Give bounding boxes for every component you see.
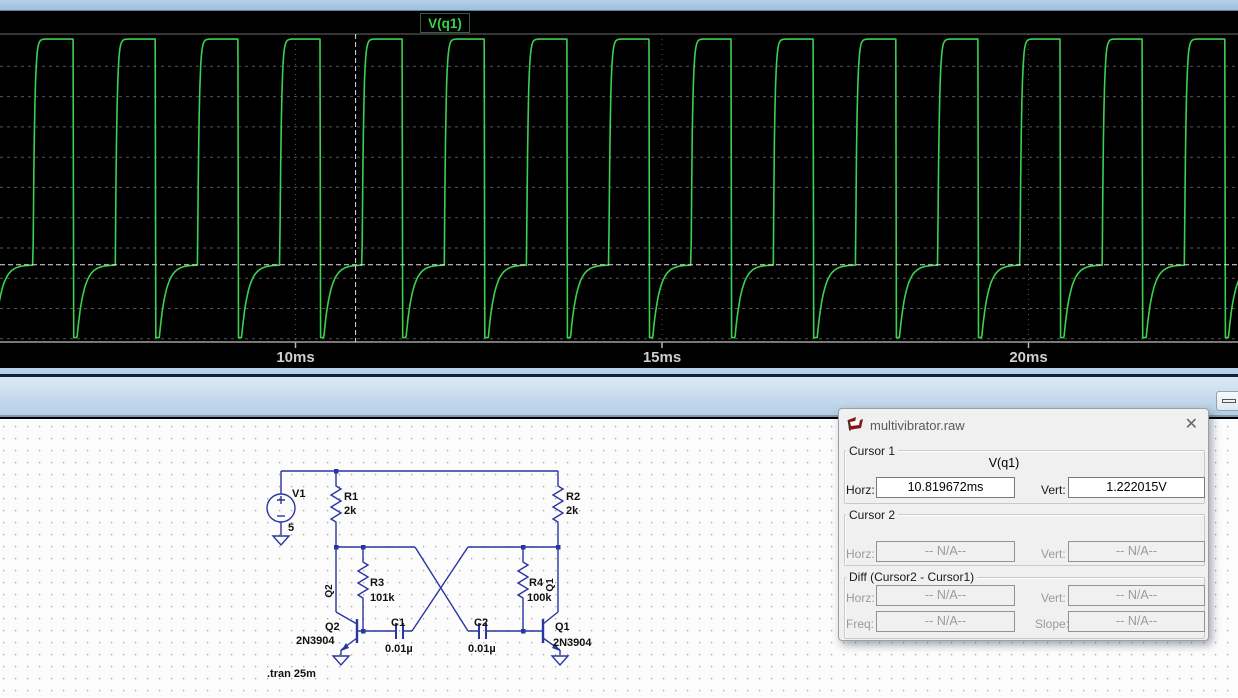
trace-layer — [0, 38, 1238, 339]
v1-value[interactable]: 5 — [288, 522, 294, 534]
cursor1-horz-label: Horz: — [846, 483, 875, 497]
x-tick-label-10ms: 10ms — [276, 349, 314, 366]
r2-value[interactable]: 2k — [566, 505, 579, 517]
diff-vert-label: Vert: — [1041, 591, 1066, 605]
ltspice-logo-icon — [847, 417, 863, 432]
close-icon[interactable]: ✕ — [1185, 414, 1198, 434]
trace-label[interactable]: V(q1) — [428, 16, 462, 31]
waveform-viewer: V(q1) 10ms 15ms 20ms — [0, 11, 1238, 368]
cursor1-vert-label: Vert: — [1041, 483, 1066, 497]
r3-name[interactable]: R3 — [370, 577, 384, 589]
cursor2-horz-label: Horz: — [846, 547, 875, 561]
main-title-bar — [0, 0, 1238, 11]
c2-name[interactable]: C2 — [474, 617, 488, 629]
trace-label-box[interactable]: V(q1) — [420, 13, 470, 33]
cursor-dialog[interactable]: multivibrator.raw ✕ Cursor 1 V(q1) Horz:… — [838, 408, 1209, 641]
r2-name[interactable]: R2 — [566, 491, 580, 503]
diff-freq-field[interactable]: -- N/A-- — [876, 611, 1015, 632]
minimize-icon — [1222, 399, 1236, 403]
cursor1-signal: V(q1) — [988, 456, 1020, 470]
q1-value[interactable]: 2N3904 — [553, 637, 592, 649]
r4-name[interactable]: R4 — [529, 577, 544, 589]
diff-freq-label: Freq: — [846, 617, 875, 631]
diff-vert-field[interactable]: -- N/A-- — [1068, 585, 1205, 606]
cursor1-vert-field[interactable]: 1.222015V — [1068, 477, 1205, 498]
cursor-crosshair[interactable] — [0, 34, 1238, 342]
diff-legend: Diff (Cursor2 - Cursor1) — [846, 570, 978, 584]
q2-value[interactable]: 2N3904 — [296, 635, 335, 647]
c1-value[interactable]: 0.01µ — [385, 643, 413, 655]
r1-name[interactable]: R1 — [344, 491, 358, 503]
diff-slope-field[interactable]: -- N/A-- — [1068, 611, 1205, 632]
r4-value[interactable]: 100k — [527, 592, 552, 604]
plot-area[interactable]: V(q1) 10ms 15ms 20ms — [0, 11, 1238, 368]
net-label-q1[interactable]: Q1 — [545, 578, 556, 592]
v1-name[interactable]: V1 — [292, 488, 305, 500]
q1-name[interactable]: Q1 — [555, 621, 570, 633]
net-label-q2[interactable]: Q2 — [324, 584, 335, 598]
r1-value[interactable]: 2k — [344, 505, 357, 517]
diff-slope-label: Slope: — [1035, 617, 1070, 631]
x-tick-label-15ms: 15ms — [643, 349, 681, 366]
waveform-trace[interactable] — [0, 38, 1238, 339]
dialog-title[interactable]: multivibrator.raw — [870, 418, 965, 433]
cursor1-legend: Cursor 1 — [846, 444, 899, 458]
axis — [0, 33, 1238, 348]
cursor2-vert-field[interactable]: -- N/A-- — [1068, 541, 1205, 562]
grid-lines — [0, 34, 1238, 342]
r3-value[interactable]: 101k — [370, 592, 395, 604]
diff-horz-field[interactable]: -- N/A-- — [876, 585, 1015, 606]
c1-name[interactable]: C1 — [391, 617, 405, 629]
cursor1-horz-field[interactable]: 10.819672ms — [876, 477, 1015, 498]
cursor2-legend: Cursor 2 — [846, 508, 899, 522]
c2-value[interactable]: 0.01µ — [468, 643, 496, 655]
cursor2-horz-field[interactable]: -- N/A-- — [876, 541, 1015, 562]
spice-directive[interactable]: .tran 25m — [267, 668, 316, 680]
minimize-button[interactable] — [1216, 391, 1238, 411]
ltspice-app: V(q1) 10ms 15ms 20ms V1 5 R1 2k R2 2k R3… — [0, 0, 1238, 698]
q2-name[interactable]: Q2 — [325, 621, 340, 633]
diff-horz-label: Horz: — [846, 591, 875, 605]
cursor2-vert-label: Vert: — [1041, 547, 1066, 561]
x-tick-labels: 10ms 15ms 20ms — [276, 349, 1047, 366]
x-tick-label-20ms: 20ms — [1009, 349, 1047, 366]
